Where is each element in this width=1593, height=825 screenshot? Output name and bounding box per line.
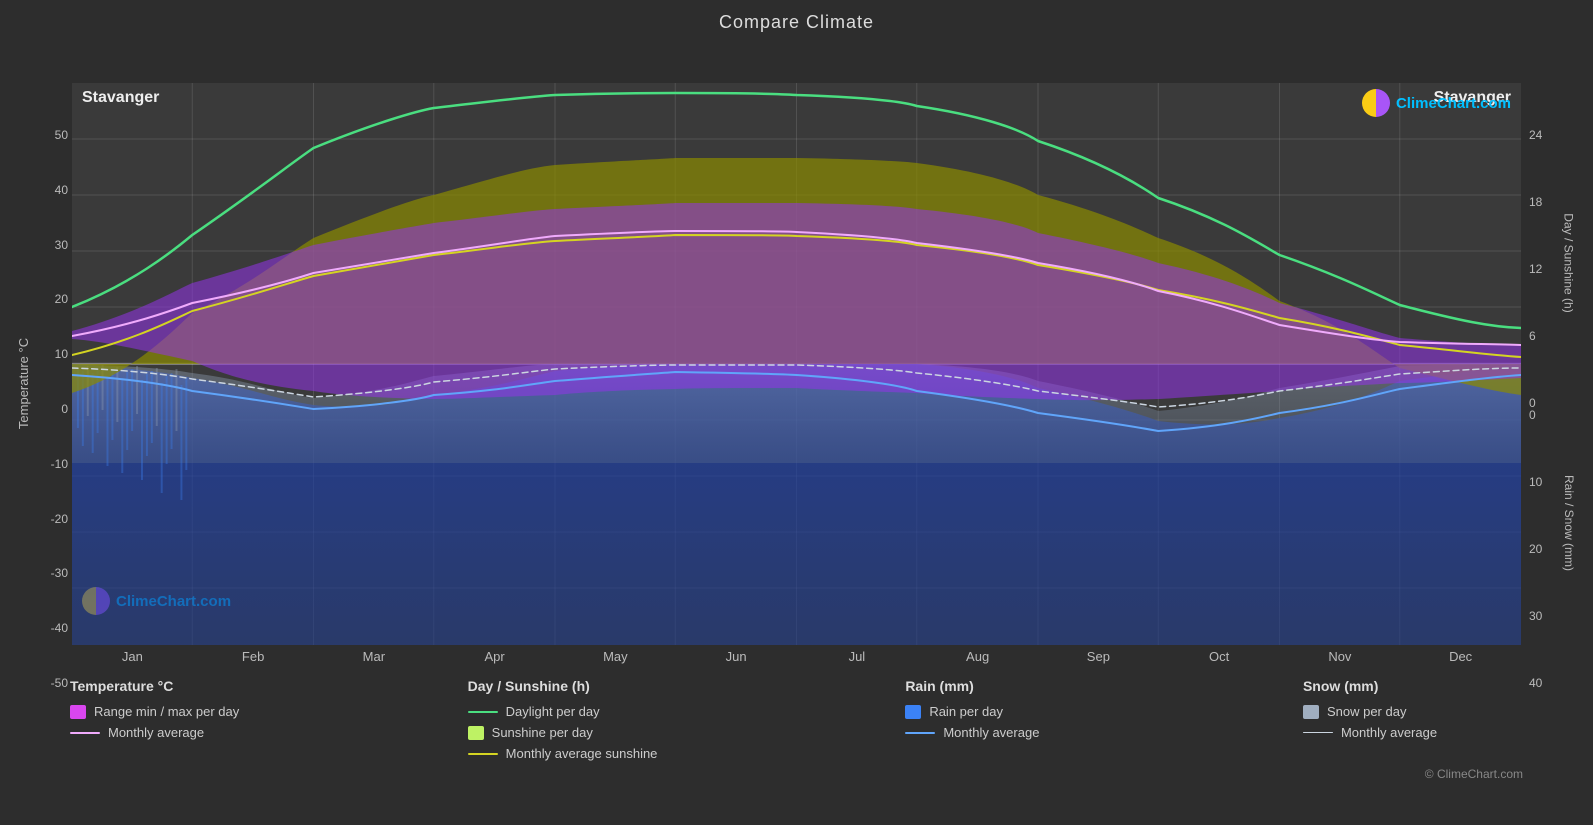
legend-swatch-temp-range [70, 705, 86, 719]
legend-swatch-rain [905, 705, 921, 719]
chart-area: Stavanger Stavanger ClimeChart.com Clime… [72, 83, 1521, 645]
copyright: © ClimeChart.com [0, 767, 1593, 781]
legend-group-sunshine: Day / Sunshine (h) Daylight per day Suns… [468, 678, 728, 761]
legend-swatch-sunshine [468, 726, 484, 740]
legend-item-rain-avg: Monthly average [905, 725, 1125, 740]
x-label-oct: Oct [1159, 649, 1280, 664]
legend-line-temp-avg [70, 732, 100, 734]
legend-item-temp-avg: Monthly average [70, 725, 290, 740]
y-axis-right-bottom-title: Rain / Snow (mm) [1559, 423, 1579, 623]
legend-item-sunshine-bar: Sunshine per day [468, 725, 728, 740]
legend-title-snow: Snow (mm) [1303, 678, 1523, 694]
legend-swatch-snow [1303, 705, 1319, 719]
page-title: Compare Climate [0, 0, 1593, 37]
legend-group-snow: Snow (mm) Snow per day Monthly average [1303, 678, 1523, 761]
legend-line-snow-avg [1303, 732, 1333, 734]
y-axis-right-top-labels: 24 18 12 6 0 [1529, 129, 1557, 409]
legend-title-temperature: Temperature °C [70, 678, 290, 694]
legend-group-rain: Rain (mm) Rain per day Monthly average [905, 678, 1125, 761]
legend-item-snow-avg: Monthly average [1303, 725, 1523, 740]
y-axis-left-title: Temperature °C [14, 133, 34, 633]
legend-item-daylight: Daylight per day [468, 704, 728, 719]
legend-line-sunshine-avg [468, 753, 498, 755]
legend-area: Temperature °C Range min / max per day M… [0, 664, 1593, 761]
y-axis-left-labels: 50 40 30 20 10 0 -10 -20 -30 -40 -50 [36, 129, 68, 689]
legend-group-temperature: Temperature °C Range min / max per day M… [70, 678, 290, 761]
legend-line-rain-avg [905, 732, 935, 734]
x-label-may: May [555, 649, 676, 664]
x-label-nov: Nov [1280, 649, 1401, 664]
legend-item-snow-bar: Snow per day [1303, 704, 1523, 719]
x-label-jan: Jan [72, 649, 193, 664]
legend-title-sunshine: Day / Sunshine (h) [468, 678, 728, 694]
x-label-aug: Aug [917, 649, 1038, 664]
x-label-apr: Apr [434, 649, 555, 664]
legend-item-rain-bar: Rain per day [905, 704, 1125, 719]
y-axis-right-bottom-labels: 0 10 20 30 40 [1529, 409, 1557, 689]
legend-line-daylight [468, 711, 498, 713]
x-label-jul: Jul [797, 649, 918, 664]
x-label-dec: Dec [1400, 649, 1521, 664]
legend-title-rain: Rain (mm) [905, 678, 1125, 694]
y-axis-right-top-title: Day / Sunshine (h) [1559, 163, 1579, 363]
x-axis-labels: Jan Feb Mar Apr May Jun Jul Aug Sep Oct … [72, 649, 1521, 664]
x-label-feb: Feb [193, 649, 314, 664]
x-label-mar: Mar [314, 649, 435, 664]
legend-item-sunshine-avg: Monthly average sunshine [468, 746, 728, 761]
legend-item-temp-range: Range min / max per day [70, 704, 290, 719]
x-label-sep: Sep [1038, 649, 1159, 664]
x-label-jun: Jun [676, 649, 797, 664]
